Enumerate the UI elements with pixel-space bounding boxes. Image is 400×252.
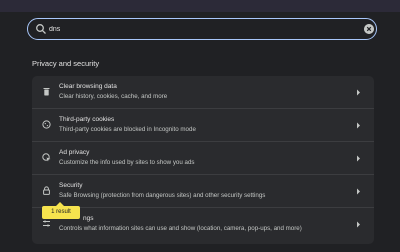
lock-icon (43, 186, 50, 195)
chevron-right-icon (357, 188, 360, 195)
privacy-security-card: Clear browsing data Clear history, cooki… (32, 76, 374, 244)
ad-privacy-icon (42, 153, 51, 162)
row-subtitle: Third-party cookies are blocked in Incog… (59, 126, 196, 133)
search-result-bubble: 1 result (42, 202, 80, 219)
row-title: Ad privacy (59, 149, 90, 156)
row-site-settings[interactable]: ngs Controls what information sites can … (32, 208, 374, 241)
row-clear-browsing-data[interactable]: Clear browsing data Clear history, cooki… (32, 76, 374, 109)
search-icon (36, 24, 46, 34)
search-input[interactable] (49, 22, 349, 36)
chevron-right-icon (357, 221, 360, 228)
row-subtitle: Controls what information sites can use … (59, 225, 302, 232)
row-security[interactable]: Security Safe Browsing (protection from … (32, 175, 374, 208)
row-title: Third-party cookies (59, 116, 115, 123)
settings-search-box[interactable] (27, 18, 377, 40)
section-title: Privacy and security (32, 59, 100, 68)
row-subtitle: Customize the info used by sites to show… (59, 159, 195, 166)
cookie-icon (42, 120, 51, 129)
row-title: Security (59, 182, 83, 189)
row-title: Clear browsing data (59, 83, 117, 90)
row-third-party-cookies[interactable]: Third-party cookies Third-party cookies … (32, 109, 374, 142)
row-title: ngs (83, 215, 94, 222)
row-subtitle: Clear history, cookies, cache, and more (59, 93, 168, 100)
chevron-right-icon (357, 122, 360, 129)
chevron-right-icon (357, 89, 360, 96)
top-bar (0, 0, 400, 12)
chevron-right-icon (357, 155, 360, 162)
clear-search-icon[interactable] (364, 24, 374, 34)
row-ad-privacy[interactable]: Ad privacy Customize the info used by si… (32, 142, 374, 175)
row-subtitle: Safe Browsing (protection from dangerous… (59, 192, 266, 199)
trash-icon (43, 88, 50, 96)
sliders-icon (43, 220, 50, 227)
